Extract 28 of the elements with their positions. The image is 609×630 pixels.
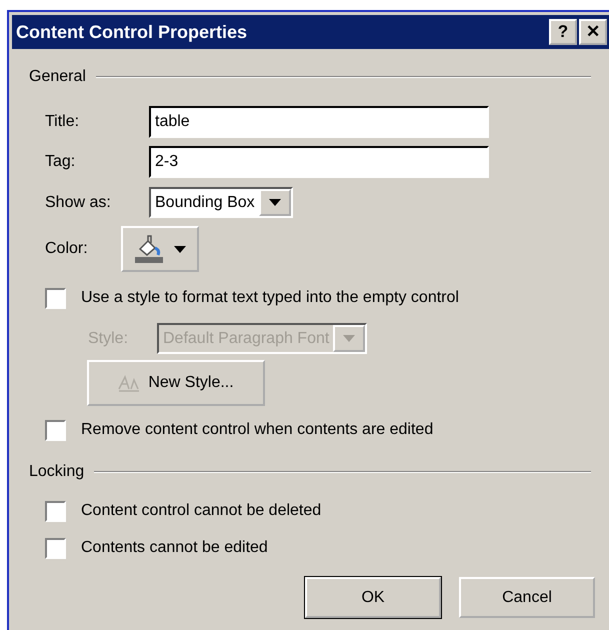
caret-icon	[343, 335, 356, 342]
text-field[interactable]: 2-3	[149, 146, 489, 178]
help-button[interactable]: ?	[549, 19, 577, 45]
group-heading: Locking	[29, 462, 84, 482]
field-label: Color:	[45, 239, 89, 259]
checkbox-label: Use a style to format text typed into the empty control	[81, 288, 459, 308]
color-button[interactable]	[121, 226, 199, 272]
checkbox-label: Contents cannot be edited	[81, 538, 268, 558]
checkbox-label: Remove content control when contents are edited	[81, 420, 434, 440]
paint-bucket-icon	[134, 235, 164, 263]
dialog-button[interactable]: OK	[305, 577, 441, 618]
checkbox[interactable]	[45, 420, 66, 440]
close-button[interactable]: ✕	[579, 19, 607, 45]
dropdown[interactable]: Bounding Box	[149, 187, 293, 218]
caret-icon	[268, 199, 281, 206]
dialog-button[interactable]: Cancel	[459, 577, 595, 618]
field-label: Show as:	[45, 192, 112, 212]
checkbox-label: Content control cannot be deleted	[81, 501, 322, 521]
checkbox[interactable]	[45, 288, 66, 308]
caret-icon	[174, 246, 186, 252]
checkbox[interactable]	[45, 538, 66, 558]
group-heading: General	[29, 67, 86, 87]
checkbox[interactable]	[45, 500, 66, 522]
style-icon	[118, 374, 140, 392]
text-field[interactable]: table	[149, 106, 489, 138]
window-title: Content Control Properties	[16, 20, 248, 44]
field-label: Tag:	[45, 152, 76, 172]
field-label: Title:	[45, 112, 80, 132]
